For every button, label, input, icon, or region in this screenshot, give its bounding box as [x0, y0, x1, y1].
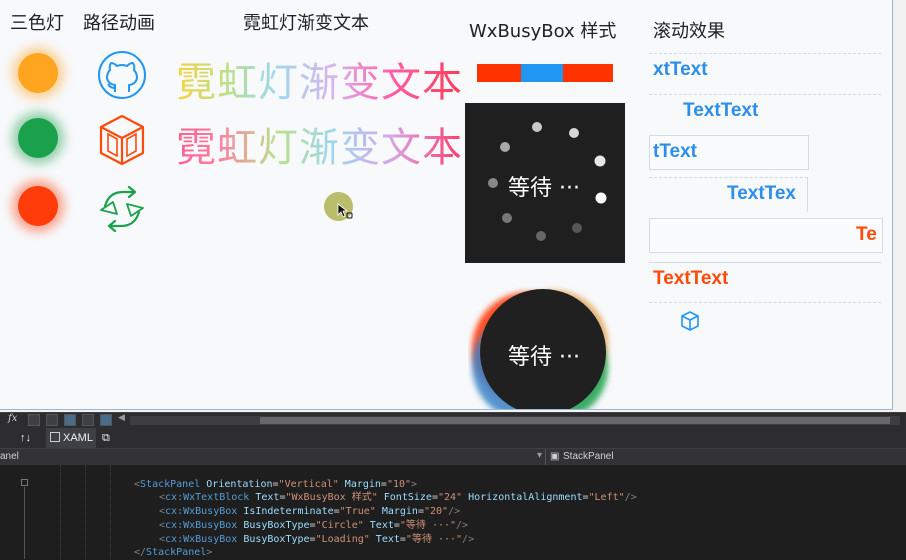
scroll-row-5: Te [649, 218, 883, 253]
scroll-row-2: TextText [649, 94, 881, 129]
header-neon-text: 霓虹灯渐变文本 [243, 13, 369, 34]
scroll-left-arrow-icon[interactable]: ◀ [118, 413, 125, 423]
indent-guide [110, 465, 111, 559]
fold-toggle-icon[interactable] [21, 479, 28, 486]
code-line-6: </StackPanel> [134, 547, 213, 558]
view-tab-row: ↑↓ XAML ⧉ [0, 428, 906, 448]
code-line-4: <cx:WxBusyBox BusyBoxType="Circle" Text=… [159, 520, 469, 531]
code-line-3: <cx:WxBusyBox IsIndeterminate="True" Mar… [159, 506, 461, 517]
scroll-row-6: TextText [649, 262, 881, 297]
header-busybox-style: WxBusyBox 样式 [469, 21, 617, 42]
traffic-light-red [18, 186, 58, 226]
scroll-text-6: TextText [653, 268, 729, 289]
busy-bar-segment-3 [563, 64, 613, 82]
element-icon: ▣ [550, 451, 560, 462]
fold-line [24, 487, 25, 559]
tab-xaml[interactable]: XAML [46, 428, 96, 448]
nav-left-dropdown-arrow-icon[interactable]: ▾ [537, 450, 542, 461]
project-code-button[interactable] [100, 414, 112, 426]
cube-icon [99, 114, 145, 166]
grid-toggle-button[interactable] [28, 414, 40, 426]
scroll-text-3: tText [653, 141, 697, 162]
github-icon [98, 51, 146, 99]
traffic-light-orange [18, 53, 58, 93]
code-line-2: <cx:WxTextBlock Text="WxBusyBox 样式" Font… [159, 492, 637, 503]
neon-gradient-text-2: 霓虹灯渐变文本 [176, 115, 463, 173]
scroll-text-2: TextText [683, 100, 759, 121]
small-cube-icon [681, 311, 699, 331]
nav-divider [545, 449, 546, 465]
busy-bar-segment-2 [521, 64, 563, 82]
traffic-light-green [18, 118, 58, 158]
scroll-row-4: TextTex [649, 177, 808, 212]
snap-lines-button[interactable] [82, 414, 94, 426]
code-line-1: <StackPanel Orientation="Vertical" Margi… [134, 479, 418, 490]
designer-toolbar: fx ◀ [0, 412, 906, 429]
busybox-circle: 等待 ··· [465, 103, 625, 263]
nav-right-dropdown[interactable]: StackPanel [563, 451, 614, 462]
popout-icon[interactable]: ⧉ [102, 428, 110, 448]
code-line-5: <cx:WxBusyBox BusyBoxType="Loading" Text… [159, 534, 475, 545]
header-traffic-light: 三色灯 [10, 13, 64, 34]
snap-grid-button[interactable] [46, 414, 58, 426]
mouse-cursor-icon [337, 203, 353, 219]
xaml-code-editor[interactable]: <StackPanel Orientation="Vertical" Margi… [0, 465, 906, 559]
nav-left-dropdown[interactable]: anel [0, 451, 19, 462]
horizontal-scrollbar-thumb[interactable] [260, 417, 890, 424]
fx-button[interactable]: fx [8, 413, 17, 424]
scroll-row-1: xtText [649, 53, 881, 88]
scroll-text-5: Te [856, 224, 877, 245]
busybox-circle-text: 等待 ··· [508, 176, 580, 201]
header-path-animation: 路径动画 [83, 13, 155, 34]
scroll-text-4: TextTex [727, 183, 796, 204]
navigation-bar: anel ▾ ▣ StackPanel [0, 448, 906, 466]
header-scroll-effect: 滚动效果 [653, 21, 725, 42]
design-surface: 三色灯 路径动画 霓虹灯渐变文本 WxBusyBox 样式 滚动效果 霓虹灯渐变 [0, 0, 906, 412]
neon-gradient-text-1: 霓虹灯渐变文本 [176, 50, 463, 108]
tab-xaml-label: XAML [63, 432, 93, 444]
horizontal-scrollbar[interactable] [130, 416, 900, 425]
scroll-row-7 [649, 302, 881, 337]
busy-bar-segment-1 [477, 64, 521, 82]
scroll-row-3: tText [649, 135, 809, 170]
xaml-tab-icon [50, 432, 60, 442]
artboard-toggle-button[interactable] [64, 414, 76, 426]
scroll-text-1: xtText [653, 59, 708, 80]
busybox-loading-text: 等待 ··· [508, 345, 580, 370]
recycle-icon [100, 185, 144, 233]
indent-guide [60, 465, 61, 559]
indent-guide [85, 465, 86, 559]
design-canvas[interactable]: 三色灯 路径动画 霓虹灯渐变文本 WxBusyBox 样式 滚动效果 霓虹灯渐变 [0, 0, 893, 410]
swap-panes-button[interactable]: ↑↓ [20, 428, 31, 448]
